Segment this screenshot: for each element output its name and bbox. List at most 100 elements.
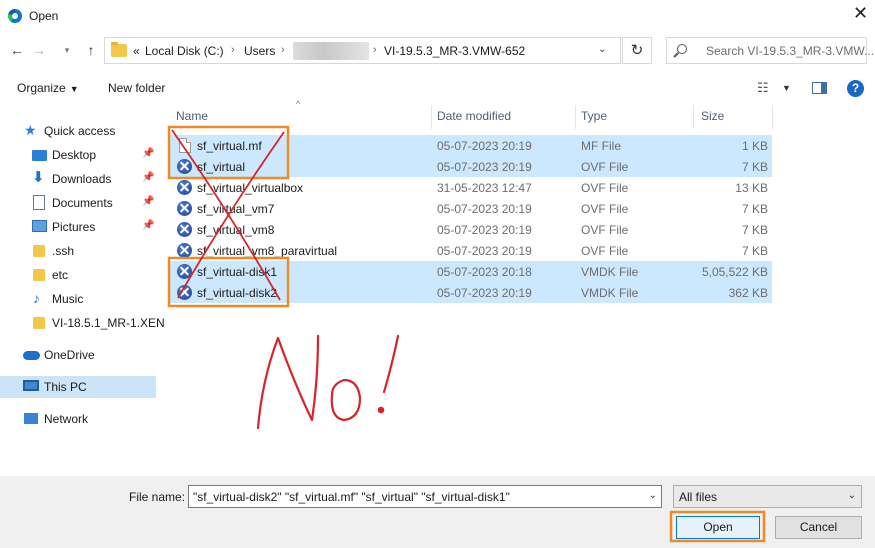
sidebar-item-documents[interactable]: Documents 📌 [0, 192, 156, 214]
file-name: sf_virtual_virtualbox [197, 181, 304, 195]
file-row[interactable]: sf_virtual-disk2 05-07-2023 20:19 VMDK Fil… [170, 282, 772, 303]
pin-icon[interactable]: 📌 [142, 172, 154, 183]
forward-arrow-icon[interactable]: → [28, 35, 50, 65]
sidebar-item-label: Downloads [52, 172, 112, 186]
view-options-icon[interactable]: ☷ [757, 80, 769, 96]
chevron-down-icon[interactable]: ⌄ [649, 490, 657, 501]
file-name-input[interactable]: "sf_virtual-disk2" "sf_virtual.mf" "sf_v… [188, 485, 662, 508]
file-size: 7 KB [741, 202, 768, 216]
file-size: 1 KB [741, 139, 768, 153]
breadcrumb-users[interactable]: Users [244, 44, 275, 58]
preview-pane-icon[interactable] [812, 82, 827, 94]
column-header-date[interactable]: Date modified [437, 109, 511, 123]
search-placeholder: Search VI-19.5.3_MR-3.VMW... [706, 44, 875, 58]
sidebar-item-network[interactable]: Network [0, 408, 156, 430]
file-size: 7 KB [741, 223, 768, 237]
folder-icon [33, 269, 45, 281]
search-input[interactable]: Search VI-19.5.3_MR-3.VMW... [666, 37, 874, 64]
title-bar: Open ✕ [0, 0, 875, 32]
breadcrumb-current-folder[interactable]: VI-19.5.3_MR-3.VMW-652 [384, 44, 525, 58]
file-name: sf_virtual_vm8 [197, 223, 275, 237]
recent-locations-chevron-icon[interactable]: ▾ [60, 35, 74, 65]
vm-file-icon [177, 264, 192, 279]
sidebar-item-label: Desktop [52, 148, 97, 162]
vm-file-icon [177, 222, 192, 237]
address-bar[interactable]: « Local Disk (C:) › Users › › VI-19.5.3_… [104, 37, 621, 64]
help-icon[interactable]: ? [847, 80, 864, 97]
new-folder-button[interactable]: New folder [108, 81, 165, 95]
sidebar-item-pictures[interactable]: Pictures 📌 [0, 216, 156, 238]
open-button[interactable]: Open [676, 516, 760, 539]
vm-file-icon [177, 201, 192, 216]
column-header-size[interactable]: Size [701, 109, 724, 123]
up-arrow-icon[interactable]: ↑ [80, 35, 102, 65]
file-date-modified: 05-07-2023 20:19 [437, 139, 532, 153]
chevron-down-icon: ⌄ [847, 490, 856, 501]
refresh-button[interactable]: ↻ [622, 37, 652, 64]
column-divider[interactable] [431, 105, 432, 129]
file-list: ^ Name Date modified Type Size sf_virtua… [158, 99, 875, 476]
vm-file-icon [177, 180, 192, 195]
sidebar-item-quick-access[interactable]: ★ Quick access [0, 120, 156, 142]
file-size: 5,05,522 KB [701, 265, 768, 279]
file-type: OVF File [581, 223, 629, 237]
file-name: sf_virtual_vm7 [197, 202, 275, 216]
file-type: OVF File [581, 244, 629, 258]
pin-icon[interactable]: 📌 [142, 196, 154, 207]
sidebar-item-label: etc [52, 268, 69, 282]
file-name: sf_virtual [197, 160, 246, 174]
column-header-name[interactable]: Name [176, 109, 208, 123]
column-header-type[interactable]: Type [581, 109, 607, 123]
folder-icon [33, 317, 45, 329]
address-chevron-down-icon[interactable]: ⌄ [598, 44, 606, 55]
sidebar-item-downloads[interactable]: ⬇ Downloads 📌 [0, 168, 156, 190]
close-icon[interactable]: ✕ [853, 2, 868, 24]
file-row[interactable]: sf_virtual.mf 05-07-2023 20:19 MF File 1 KB [170, 135, 772, 156]
sidebar-item-label: Music [52, 292, 84, 306]
cancel-button[interactable]: Cancel [775, 516, 862, 539]
file-name: sf_virtual_vm8_paravirtual [197, 244, 338, 258]
file-row[interactable]: sf_virtual 05-07-2023 20:19 OVF File 7 KB [170, 156, 772, 177]
file-type-select[interactable]: All files ⌄ [673, 485, 862, 508]
breadcrumb-overflow[interactable]: « [133, 44, 140, 58]
view-caret-down-icon[interactable]: ▼ [782, 83, 791, 93]
sidebar-item-desktop[interactable]: Desktop 📌 [0, 144, 156, 166]
folder-icon [111, 42, 127, 57]
breadcrumb-local-disk[interactable]: Local Disk (C:) [145, 44, 224, 58]
file-type: OVF File [581, 181, 629, 195]
pin-icon[interactable]: 📌 [142, 148, 154, 159]
column-divider[interactable] [772, 105, 773, 129]
sidebar-item-etc[interactable]: etc [0, 264, 156, 286]
file-size: 362 KB [728, 286, 768, 300]
file-row[interactable]: sf_virtual_vm8_paravirtual 05-07-2023 20:… [170, 240, 772, 261]
file-row[interactable]: sf_virtual_vm8 05-07-2023 20:19 OVF File 7 … [170, 219, 772, 240]
sidebar-item-vi-folder[interactable]: VI-18.5.1_MR-1.XEN [0, 312, 165, 334]
file-row[interactable]: sf_virtual_virtualbox 31-05-2023 12:47 OVF… [170, 177, 772, 198]
desktop-icon [32, 150, 47, 161]
organize-button[interactable]: Organize ▼ [17, 81, 79, 95]
vm-file-icon [177, 243, 192, 258]
back-arrow-icon[interactable]: ← [6, 35, 28, 65]
file-type: MF File [581, 139, 621, 153]
breadcrumb-chevron-icon[interactable]: › [281, 44, 285, 56]
file-name: sf_virtual.mf [197, 139, 262, 153]
file-row[interactable]: sf_virtual-disk1 05-07-2023 20:18 VMDK Fil… [170, 261, 772, 282]
cloud-icon [23, 351, 40, 360]
sidebar-item-label: This PC [44, 380, 87, 394]
file-row[interactable]: sf_virtual_vm7 05-07-2023 20:19 OVF File 7 … [170, 198, 772, 219]
sidebar-item-music[interactable]: ♪ Music [0, 288, 156, 310]
file-size: 7 KB [741, 244, 768, 258]
sidebar-item-ssh[interactable]: .ssh [0, 240, 156, 262]
column-divider[interactable] [575, 105, 576, 129]
sidebar-item-this-pc[interactable]: This PC [0, 376, 156, 398]
file-name: sf_virtual-disk2 [197, 286, 278, 300]
breadcrumb-chevron-icon[interactable]: › [373, 44, 377, 56]
pin-icon[interactable]: 📌 [142, 220, 154, 231]
sidebar-item-onedrive[interactable]: OneDrive [0, 344, 156, 366]
sidebar-item-label: Quick access [44, 124, 116, 138]
file-date-modified: 05-07-2023 20:19 [437, 202, 532, 216]
breadcrumb-chevron-icon[interactable]: › [231, 44, 235, 56]
column-divider[interactable] [693, 105, 694, 129]
sidebar-item-label: Pictures [52, 220, 96, 234]
navigation-bar: ← → ▾ ↑ « Local Disk (C:) › Users › › VI… [0, 35, 875, 67]
